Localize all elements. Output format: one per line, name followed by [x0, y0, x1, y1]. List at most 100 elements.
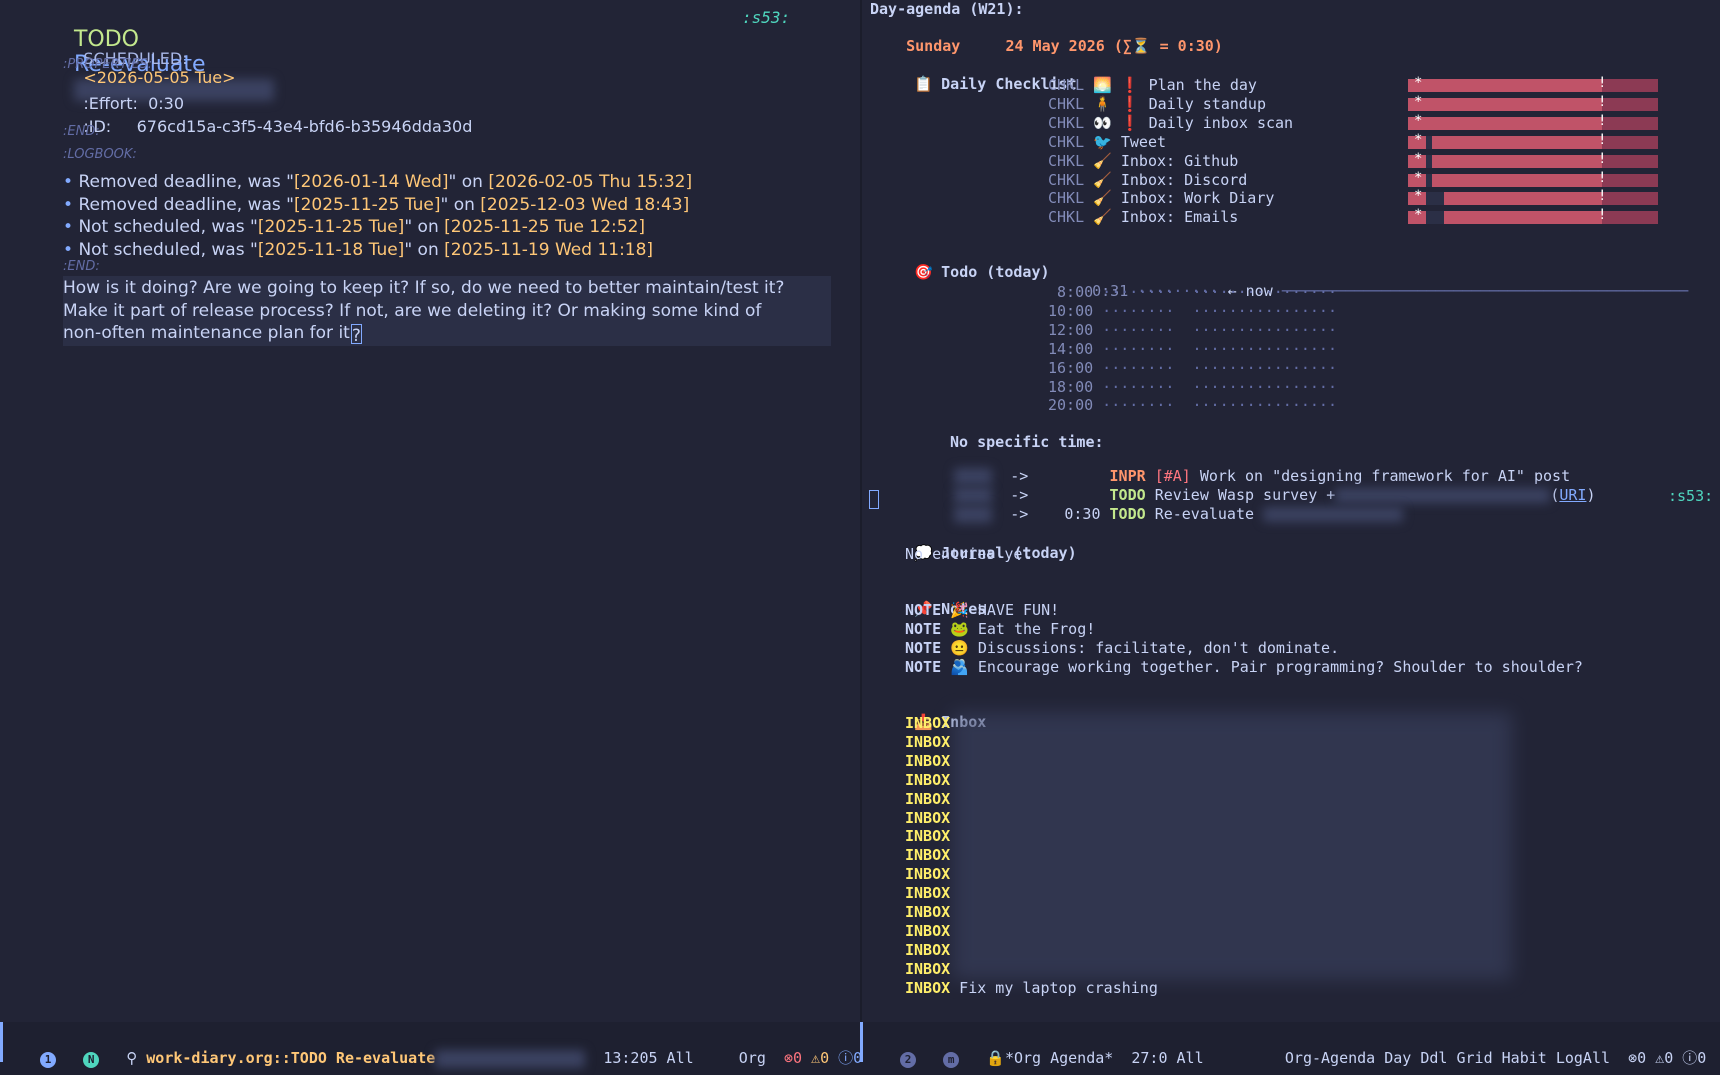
body-line: How is it doing? Are we going to keep it…	[63, 278, 785, 298]
checklist-label: Daily inbox scan	[1148, 113, 1294, 132]
window-number-badge[interactable]: 1	[40, 1052, 57, 1068]
checklist-label: Inbox: Discord	[1120, 170, 1248, 189]
habit-today-star: *	[1414, 75, 1423, 91]
inbox-item[interactable]: INBOX	[905, 941, 950, 959]
inbox-item[interactable]: INBOX	[905, 752, 950, 770]
time-grid-row: 18:00 ········ ················	[1048, 377, 1337, 396]
active-window-indicator	[0, 1022, 3, 1062]
agenda-day: Sunday	[906, 37, 961, 55]
note-keyword: NOTE	[905, 619, 951, 638]
heading-tag: :s53:	[742, 8, 791, 27]
inbox-item[interactable]: INBOX	[905, 865, 950, 883]
logbook-timestamp[interactable]: [2025-11-25 Tue 12:52]	[444, 217, 645, 237]
checklist-item[interactable]: CHKL 🧹 Inbox: Discord	[1048, 171, 1247, 189]
section-daily-checklist: 📋 Daily Checklist	[914, 75, 1077, 93]
journal-empty: No entries yet	[905, 545, 1032, 563]
time-grid-label: 20:00	[1048, 396, 1094, 415]
checklist-item[interactable]: CHKL 🧹 Inbox: Github	[1048, 152, 1238, 170]
inbox-item[interactable]: INBOX	[905, 884, 950, 902]
window-number-badge[interactable]: 2	[900, 1052, 917, 1068]
logbook-timestamp[interactable]: [2025-11-19 Wed 11:18]	[444, 240, 653, 260]
logbook-old-date[interactable]: [2025-11-25 Tue]	[258, 217, 405, 237]
inbox-item[interactable]: INBOX	[905, 960, 950, 978]
logbook-old-date[interactable]: [2025-11-25 Tue]	[294, 195, 441, 215]
habit-today-star: *	[1414, 131, 1423, 148]
checklist-item[interactable]: CHKL 🧹 Inbox: Emails	[1048, 208, 1238, 226]
inbox-item[interactable]: INBOX	[905, 846, 950, 864]
inbox-item[interactable]: INBOX	[905, 771, 950, 789]
pin-icon: ⚲	[126, 1049, 138, 1067]
habit-graph: *!	[1408, 75, 1658, 92]
checklist-label: Tweet	[1120, 132, 1167, 151]
uri-link[interactable]: URI	[1559, 486, 1586, 504]
note-emoji-icon: 🫂	[950, 657, 978, 676]
logbook-timestamp[interactable]: [2026-02-05 Thu 15:32]	[488, 172, 692, 192]
checklist-label: Inbox: Emails	[1120, 208, 1239, 227]
logbook-drawer-end: :END:	[63, 259, 100, 274]
time-grid-label: 18:00	[1048, 377, 1094, 396]
properties-drawer-end: :END:	[63, 124, 100, 139]
habit-graph-gap	[1426, 135, 1432, 149]
checklist-item[interactable]: CHKL 👀 ❗ Daily inbox scan	[1048, 114, 1293, 132]
org-editor-pane[interactable]: TODO Re-evaluate :s53: SCHEDULED: <2026-…	[0, 0, 858, 1020]
inbox-item[interactable]: INBOX	[905, 922, 950, 940]
logbook-entry: • Removed deadline, was "[2025-11-25 Tue…	[63, 194, 690, 215]
priority-icon: ❗	[1120, 76, 1149, 94]
heading-body-text[interactable]: How is it doing? Are we going to keep it…	[63, 276, 831, 346]
inbox-item[interactable]: INBOX	[905, 790, 950, 808]
redacted-inbox-items	[952, 712, 1512, 980]
note-item[interactable]: NOTE 🫂 Encourage working together. Pair …	[905, 658, 1583, 676]
checklist-emoji-icon: 👀	[1093, 113, 1121, 132]
logbook-old-date[interactable]: [2026-01-14 Wed]	[294, 172, 449, 192]
note-item[interactable]: NOTE 🎉 HAVE FUN!	[905, 601, 1059, 619]
habit-today-star: *	[1414, 93, 1423, 110]
section-todo-today: 🎯 Todo (today)	[914, 263, 1050, 281]
habit-graph-gap	[1426, 154, 1432, 168]
buffer-name[interactable]: work-diary.org::TODO Re-evaluate	[146, 1049, 435, 1067]
note-keyword: NOTE	[905, 638, 951, 657]
major-mode[interactable]: Org	[739, 1049, 766, 1067]
habit-deadline-mark: !	[1598, 169, 1607, 186]
inbox-item[interactable]: INBOX	[905, 903, 950, 921]
time-grid-row: 8:00 ········ ················	[1048, 283, 1337, 301]
evil-state-badge: m	[943, 1052, 960, 1068]
inbox-item[interactable]: INBOX	[905, 809, 950, 827]
logbook-old-date[interactable]: [2025-11-18 Tue]	[258, 240, 405, 260]
major-mode[interactable]: Org-Agenda Day Ddl Grid Habit LogAll	[1285, 1049, 1610, 1067]
checklist-item[interactable]: CHKL 🌅 ❗ Plan the day	[1048, 76, 1257, 94]
checklist-item[interactable]: CHKL 🐦 Tweet	[1048, 133, 1166, 151]
habit-graph: *!	[1408, 170, 1658, 187]
checklist-item[interactable]: CHKL 🧍 ❗ Daily standup	[1048, 95, 1266, 113]
agenda-effort-total: (∑⏳ = 0:30)	[1113, 37, 1223, 55]
inbox-item[interactable]: INBOX Fix my laptop crashing	[905, 979, 1158, 997]
habit-deadline-mark: !	[1598, 112, 1607, 129]
checklist-item[interactable]: CHKL 🧹 Inbox: Work Diary	[1048, 189, 1274, 207]
habit-deadline-mark: !	[1598, 207, 1607, 224]
agenda-buffer-name[interactable]: *Org Agenda*	[1005, 1049, 1113, 1067]
habit-today-star: *	[1414, 150, 1423, 167]
habit-deadline-mark: !	[1598, 93, 1607, 110]
habit-today-star: *	[1414, 169, 1423, 186]
warning-count-icon: ⚠	[811, 1049, 821, 1067]
checklist-keyword: CHKL	[1048, 208, 1094, 227]
inbox-item[interactable]: INBOX	[905, 714, 950, 732]
inbox-item[interactable]: INBOX	[905, 733, 950, 751]
inbox-keyword: INBOX	[905, 770, 951, 789]
checklist-emoji-icon: 🐦	[1093, 132, 1121, 151]
cursor-position: 13:205	[603, 1049, 658, 1067]
cursor-position: 27:0	[1131, 1049, 1168, 1067]
org-agenda-pane[interactable]: Day-agenda (W21): Sunday 24 May 2026 (∑⏳…	[862, 0, 1720, 1020]
logbook-entry: • Removed deadline, was "[2026-01-14 Wed…	[63, 172, 693, 192]
inbox-keyword: INBOX	[905, 959, 951, 978]
logbook-entry: • Not scheduled, was "[2025-11-25 Tue]" …	[63, 217, 646, 237]
logbook-timestamp[interactable]: [2025-12-03 Wed 18:43]	[480, 195, 689, 215]
habit-graph-band	[1408, 79, 1602, 92]
note-item[interactable]: NOTE 🐸 Eat the Frog!	[905, 620, 1095, 638]
habit-graph: *!	[1408, 132, 1658, 149]
checklist-keyword: CHKL	[1048, 189, 1094, 208]
checklist-label: Inbox: Work Diary	[1120, 189, 1275, 208]
note-item[interactable]: NOTE 😐 Discussions: facilitate, don't do…	[905, 639, 1339, 657]
inbox-item[interactable]: INBOX	[905, 827, 950, 845]
properties-drawer-open: :PROPERTIES:	[63, 57, 153, 72]
logbook-drawer-open: :LOGBOOK:	[63, 147, 137, 162]
